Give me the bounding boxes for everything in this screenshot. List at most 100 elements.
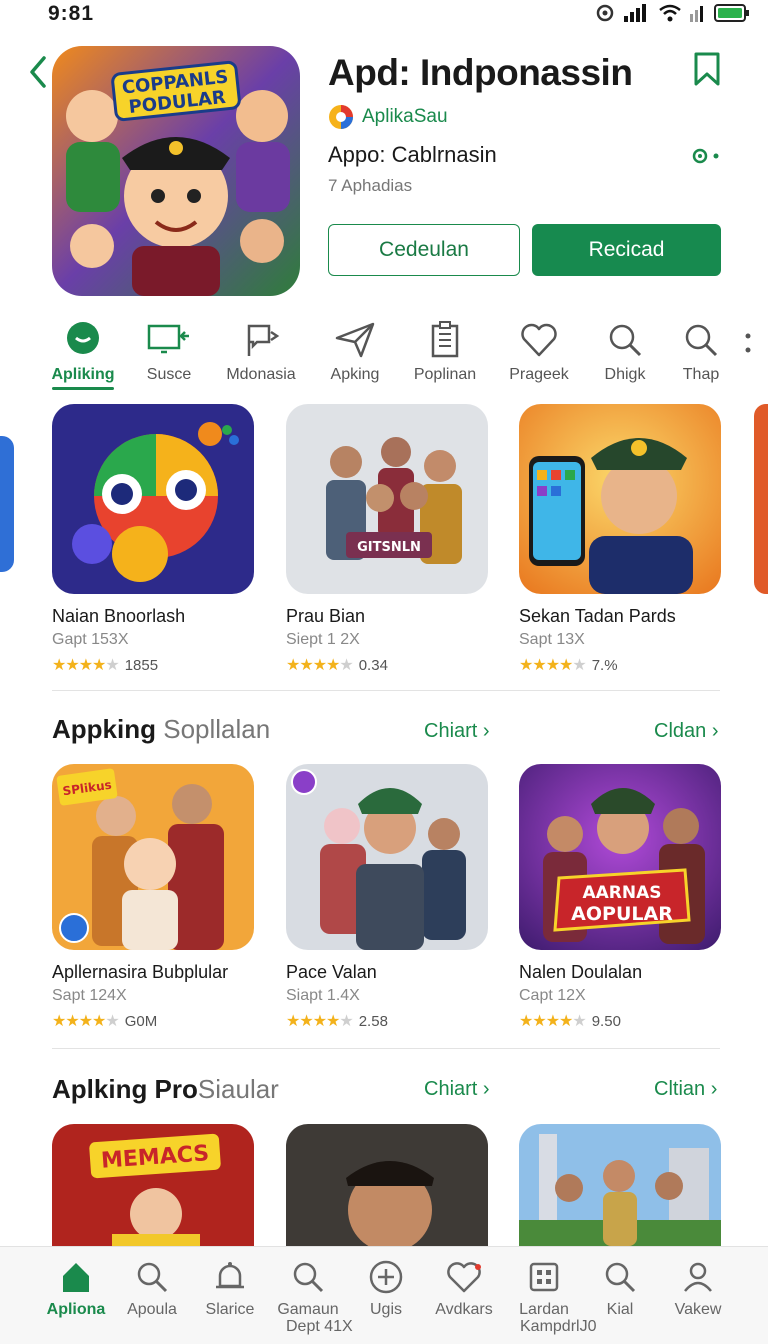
- flag-icon: [247, 324, 280, 356]
- nav-apoula[interactable]: Apoula: [112, 1257, 192, 1319]
- heart-icon: [447, 1262, 481, 1293]
- wifi-icon: [659, 4, 681, 22]
- primary-action-button[interactable]: Recicad: [532, 224, 721, 276]
- rating-count: 0.34: [358, 656, 388, 674]
- app-thumbnail: GITSNLN: [286, 404, 488, 594]
- section-link-label: Chiart: [424, 1078, 478, 1100]
- nav-label: Apoula: [127, 1301, 177, 1318]
- nav-home[interactable]: Apliona: [36, 1257, 116, 1319]
- app-thumbnail: AARNAS AOPULAR: [519, 764, 721, 950]
- app-subtitle: Appo: Cablrnasin: [328, 142, 497, 167]
- app-card[interactable]: AARNAS AOPULAR Nalen Doulalan Capt 12X ★…: [519, 764, 721, 1031]
- tab-label: Prageek: [509, 366, 569, 383]
- app-card-rating: ★★★★★ 1855: [52, 655, 254, 675]
- prev-card-edge: [0, 436, 14, 572]
- app-thumbnail: [286, 764, 488, 950]
- app-card-subtitle: Gapt 153X: [52, 631, 129, 648]
- bookmark-icon[interactable]: [692, 52, 722, 86]
- app-card[interactable]: [519, 1124, 721, 1246]
- nav-slarice[interactable]: Slarice: [190, 1257, 270, 1319]
- app-card-title: Pace Valan: [286, 962, 377, 982]
- tab-label: Thap: [682, 366, 720, 383]
- nav-ugis[interactable]: Ugis: [346, 1257, 426, 1319]
- app-thumbnail: [286, 1124, 488, 1246]
- tab-label: Apliking: [51, 366, 115, 383]
- nav-label: Ugis: [369, 1301, 402, 1318]
- signal-icon: [624, 4, 646, 22]
- app-card[interactable]: Sekan Tadan Pards Sapt 13X ★★★★★ 7.%: [519, 404, 721, 675]
- share-icon[interactable]: [690, 146, 720, 166]
- nav-sub-label-right: KampdrlJ0: [520, 1318, 597, 1335]
- tab-label: Mdonasia: [226, 366, 296, 383]
- app-card[interactable]: Pace Valan Siapt 1.4X ★★★★★ 2.58: [286, 764, 488, 1031]
- nav-vakew[interactable]: Vakew: [658, 1257, 738, 1319]
- developer-row[interactable]: AplikaSau: [328, 104, 448, 130]
- search-icon: [685, 324, 718, 357]
- app-card-title: Apllernasira Bubplular: [52, 962, 229, 982]
- clipboard-icon: [431, 321, 459, 358]
- section-title: Appking Sopllalan: [52, 714, 270, 745]
- bell-icon: [216, 1262, 244, 1289]
- app-card[interactable]: GITSNLN Prau Bian Siept 1 2X ★★★★★ 0.34: [286, 404, 488, 675]
- rating-stars: ★★★★★: [52, 1013, 120, 1030]
- app-card-title: Prau Bian: [286, 606, 366, 626]
- section-title: Aplking ProSiaular: [52, 1074, 279, 1105]
- app-thumbnail: SPlikus: [52, 764, 254, 950]
- more-vertical-icon[interactable]: [744, 332, 752, 356]
- tab-apliking[interactable]: Apliking: [38, 318, 128, 390]
- section-link-chart[interactable]: Chiart ›: [424, 720, 490, 743]
- nav-label: Avdkars: [435, 1301, 493, 1318]
- nav-avdkars[interactable]: Avdkars: [424, 1257, 504, 1319]
- nav-label: Lardan: [519, 1301, 569, 1318]
- secondary-action-button[interactable]: Cedeulan: [328, 224, 520, 276]
- screen-cast-icon: [147, 324, 189, 354]
- heart-icon: [521, 323, 557, 357]
- tab-label: Poplinan: [413, 366, 477, 383]
- app-card-subtitle: Capt 12X: [519, 987, 586, 1004]
- section-link-more[interactable]: Cldan ›: [654, 720, 718, 743]
- nav-gamaun[interactable]: Gamaun: [268, 1257, 348, 1319]
- active-tab-indicator: [52, 387, 114, 390]
- tab-poplinan[interactable]: Poplinan: [400, 318, 490, 384]
- profile-icon: [684, 1262, 712, 1292]
- rating-stars: ★★★★★: [286, 1013, 354, 1030]
- section-link-chart[interactable]: Chiart ›: [424, 1078, 490, 1101]
- card-banner-line2: AOPULAR: [571, 903, 673, 925]
- back-chevron-icon[interactable]: [24, 54, 52, 90]
- nav-kial[interactable]: Kial: [580, 1257, 660, 1319]
- nav-label: Kial: [606, 1301, 634, 1318]
- app-card-title: Naian Bnoorlash: [52, 606, 186, 626]
- tab-apking[interactable]: Apking: [310, 318, 400, 384]
- app-thumbnail: [52, 404, 254, 594]
- nav-lardan[interactable]: Lardan: [504, 1257, 584, 1319]
- app-card-subtitle: Siept 1 2X: [286, 631, 360, 648]
- app-card[interactable]: Naian Bnoorlash Gapt 153X ★★★★★ 1855: [52, 404, 254, 675]
- tab-mdonasia[interactable]: Mdonasia: [216, 318, 306, 384]
- app-card[interactable]: [286, 1124, 488, 1246]
- app-card[interactable]: MEMACS: [52, 1124, 254, 1246]
- app-card-subtitle: Sapt 124X: [52, 987, 127, 1004]
- rating-stars: ★★★★★: [519, 1013, 587, 1030]
- tab-thap[interactable]: Thap: [656, 318, 746, 384]
- rating-count: 7.%: [591, 656, 618, 674]
- next-card-edge: [754, 404, 768, 594]
- status-bar: 9:81: [0, 0, 768, 28]
- tab-label: Apking: [330, 366, 380, 383]
- tab-susce[interactable]: Susce: [124, 318, 214, 384]
- section-link-label: Cltian: [654, 1078, 706, 1100]
- app-card-rating: ★★★★★ 2.58: [286, 1011, 488, 1031]
- app-title: Apd: Indponassin: [328, 52, 633, 93]
- developer-name[interactable]: AplikaSau: [362, 106, 448, 128]
- tab-prageek[interactable]: Prageek: [494, 318, 584, 384]
- rating-count: 1855: [124, 656, 159, 674]
- app-card[interactable]: SPlikus Apllernasira Bubplular Sapt 124X…: [52, 764, 254, 1031]
- app-card-rating: ★★★★★ 9.50: [519, 1011, 721, 1031]
- section-title-light: Sopllalan: [163, 714, 271, 744]
- status-time: 9:81: [48, 2, 95, 25]
- section-link-more[interactable]: Cltian ›: [654, 1078, 717, 1101]
- section-title-light: Siaular: [197, 1074, 279, 1104]
- app-card-title: Sekan Tadan Pards: [519, 606, 676, 626]
- plus-circle-icon: [369, 1260, 403, 1294]
- battery-icon: [714, 4, 749, 22]
- rating-stars: ★★★★★: [286, 657, 354, 674]
